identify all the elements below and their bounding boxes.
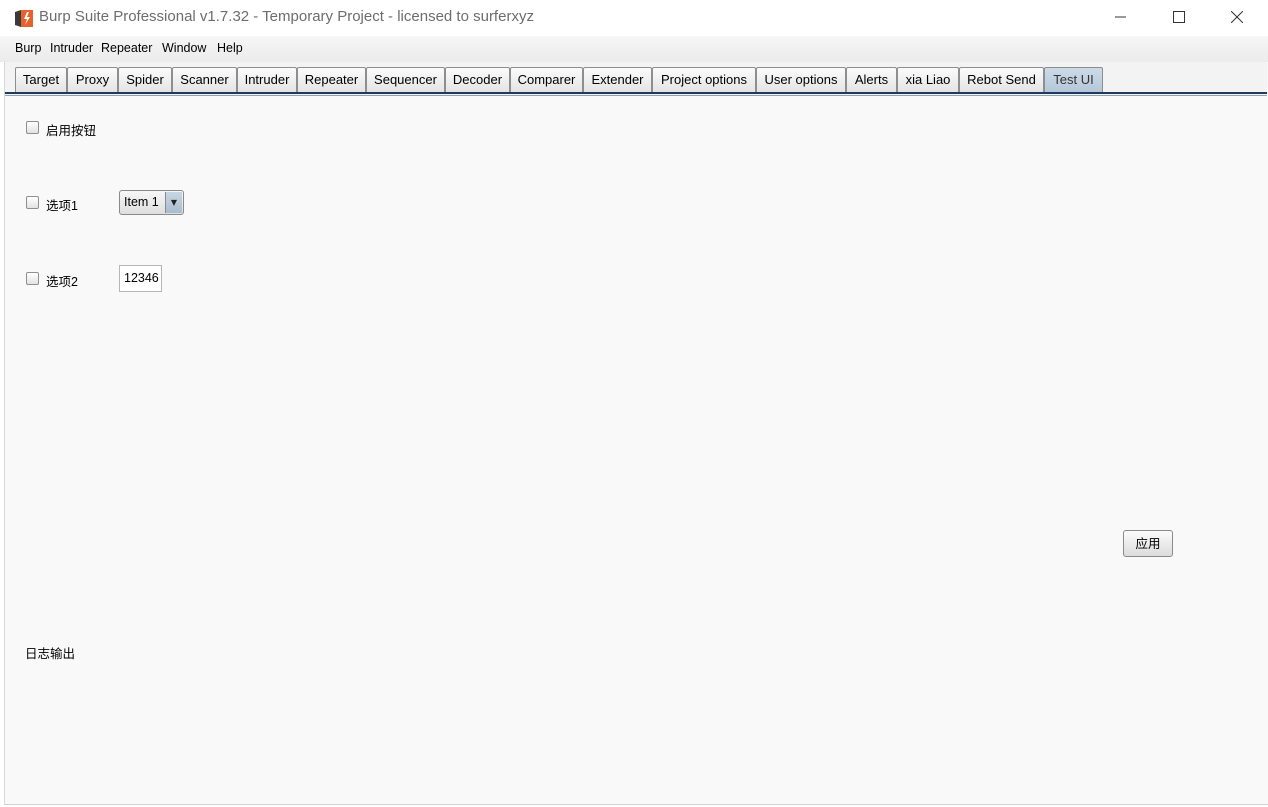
tab-comparer[interactable]: Comparer — [510, 67, 583, 92]
tab-project-options[interactable]: Project options — [652, 67, 756, 92]
tab-divider-shadow — [5, 95, 1267, 96]
tab-intruder[interactable]: Intruder — [237, 67, 297, 92]
menu-help[interactable]: Help — [217, 41, 243, 55]
tab-scanner[interactable]: Scanner — [172, 67, 237, 92]
title-bar: Burp Suite Professional v1.7.32 - Tempor… — [0, 0, 1268, 36]
tab-decoder[interactable]: Decoder — [445, 67, 510, 92]
tab-user-options[interactable]: User options — [756, 67, 846, 92]
menu-window[interactable]: Window — [162, 41, 206, 55]
option1-label: 选项1 — [46, 199, 78, 213]
window-title: Burp Suite Professional v1.7.32 - Tempor… — [39, 8, 534, 25]
maximize-icon — [1173, 11, 1185, 23]
tab-spider[interactable]: Spider — [118, 67, 172, 92]
burp-logo-icon — [14, 8, 34, 28]
close-icon — [1231, 11, 1243, 23]
option2-input[interactable]: 12346 — [119, 265, 162, 292]
close-button[interactable] — [1208, 0, 1266, 34]
enable-label: 启用按钮 — [46, 124, 97, 138]
tab-rebot-send[interactable]: Rebot Send — [959, 67, 1044, 92]
tab-proxy[interactable]: Proxy — [67, 67, 118, 92]
dropdown-value: Item 1 — [124, 195, 159, 209]
tab-test-ui[interactable]: Test UI — [1044, 67, 1103, 92]
menu-bar: Burp Intruder Repeater Window Help — [0, 36, 1268, 62]
minimize-button[interactable] — [1092, 0, 1150, 34]
chevron-down-icon[interactable]: ▼ — [165, 192, 182, 213]
menu-burp[interactable]: Burp — [15, 41, 41, 55]
tab-target[interactable]: Target — [15, 67, 67, 92]
maximize-button[interactable] — [1150, 0, 1208, 34]
tab-repeater[interactable]: Repeater — [297, 67, 366, 92]
option2-label: 选项2 — [46, 275, 78, 289]
tab-alerts[interactable]: Alerts — [846, 67, 897, 92]
log-output-label: 日志输出 — [25, 647, 76, 661]
enable-checkbox[interactable] — [26, 121, 39, 134]
tab-divider — [5, 92, 1267, 94]
option2-checkbox[interactable] — [26, 272, 39, 285]
minimize-icon — [1115, 16, 1126, 18]
apply-button[interactable]: 应用 — [1123, 530, 1173, 557]
tab-extender[interactable]: Extender — [583, 67, 652, 92]
option1-dropdown[interactable]: Item 1 ▼ — [119, 190, 184, 215]
menu-intruder[interactable]: Intruder — [50, 41, 93, 55]
tab-xia-liao[interactable]: xia Liao — [897, 67, 959, 92]
main-frame — [4, 62, 1268, 805]
option1-checkbox[interactable] — [26, 196, 39, 209]
menu-repeater[interactable]: Repeater — [101, 41, 152, 55]
tab-sequencer[interactable]: Sequencer — [366, 67, 445, 92]
